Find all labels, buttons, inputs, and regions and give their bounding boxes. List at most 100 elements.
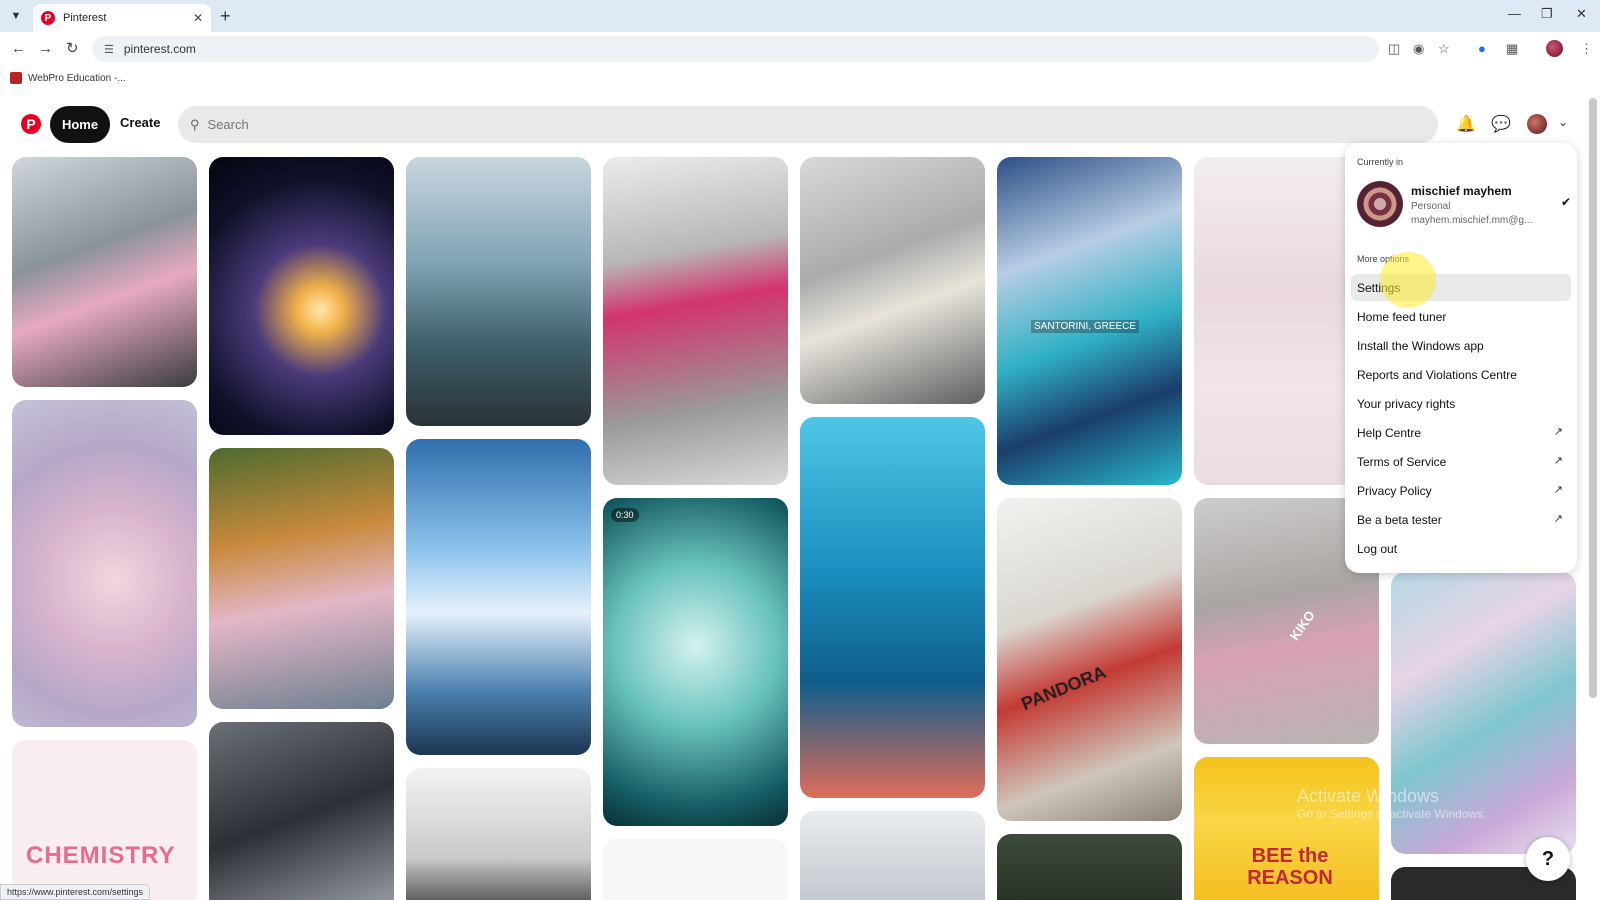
profile-avatar[interactable]: [1527, 114, 1547, 134]
browser-tabstrip: ▼ P Pinterest ✕ + — ❐ ✕: [0, 0, 1600, 32]
status-bar-url: https://www.pinterest.com/settings: [0, 884, 151, 900]
pin-sketch[interactable]: [603, 839, 788, 900]
pin-kiko-label: KIKO: [1286, 607, 1318, 644]
pin-pink-camera[interactable]: [12, 157, 197, 387]
pin-pandora-label: PANDORA: [1018, 661, 1109, 715]
pin-santorini[interactable]: SANTORINI, GREECE: [997, 157, 1182, 485]
menu-item-label: Help Centre: [1357, 425, 1422, 440]
browser-menu-icon[interactable]: ⋮: [1580, 41, 1593, 57]
menu-item-label: Terms of Service: [1357, 454, 1447, 469]
pin-monster-cans[interactable]: [800, 157, 985, 404]
menu-item-help-centre[interactable]: Help Centre ↗: [1351, 419, 1571, 446]
account-email: mayhem.mischief.mm@g...: [1411, 215, 1533, 226]
menu-item-label: Reports and Violations Centre: [1357, 367, 1517, 382]
search-bar[interactable]: ⚲: [178, 106, 1438, 143]
extension-circle-icon[interactable]: ●: [1478, 41, 1486, 56]
bookmarks-bar: WebPro Education -...: [0, 66, 1600, 90]
more-options-heading: More options: [1357, 254, 1410, 264]
menu-item-log-out[interactable]: Log out: [1351, 535, 1571, 562]
bookmark-star-icon[interactable]: ☆: [1438, 41, 1450, 57]
pin-chemistry-label: CHEMISTRY: [26, 842, 176, 869]
pin-mermaid-rock[interactable]: [406, 157, 591, 426]
pin-eclipse-galaxy[interactable]: [209, 157, 394, 435]
browser-profile-avatar[interactable]: [1546, 40, 1563, 57]
tab-close-icon[interactable]: ✕: [193, 11, 203, 25]
bookmark-webpro[interactable]: WebPro Education -...: [28, 73, 126, 84]
pin-mermaid-reef[interactable]: [800, 417, 985, 798]
external-link-icon: ↗: [1553, 513, 1563, 525]
external-link-icon: ↗: [1553, 455, 1563, 467]
pin-fairies[interactable]: [209, 448, 394, 709]
extensions-puzzle-icon[interactable]: ▦: [1506, 41, 1518, 57]
pinterest-logo-icon[interactable]: P: [21, 114, 41, 134]
account-chevron-down-icon[interactable]: ⌄: [1558, 115, 1568, 129]
current-account[interactable]: mischief mayhem Personal mayhem.mischief…: [1357, 181, 1571, 231]
external-link-icon: ↗: [1553, 484, 1563, 496]
menu-item-privacy-policy[interactable]: Privacy Policy ↗: [1351, 477, 1571, 504]
checkmark-icon: ✔: [1561, 195, 1572, 209]
account-dropdown-menu: Currently in mischief mayhem Personal ma…: [1345, 143, 1577, 573]
video-duration-badge: 0:30: [611, 508, 639, 522]
menu-item-privacy-rights[interactable]: Your privacy rights: [1351, 390, 1571, 417]
bookmark-favicon-icon: [10, 72, 22, 84]
pin-bee-the-reason[interactable]: BEE the REASON: [1194, 757, 1379, 900]
pin-bee-label: BEE the REASON: [1247, 845, 1333, 889]
menu-item-reports-violations[interactable]: Reports and Violations Centre: [1351, 361, 1571, 388]
menu-item-label: Settings: [1357, 280, 1401, 295]
forward-arrow-icon[interactable]: →: [38, 40, 53, 58]
pin-water-woman-video[interactable]: 0:30: [603, 498, 788, 826]
address-bar[interactable]: ☰ pinterest.com: [92, 36, 1379, 62]
pin-vlog-camera[interactable]: [603, 157, 788, 485]
site-info-icon[interactable]: ☰: [104, 43, 114, 56]
account-name: mischief mayhem: [1411, 184, 1512, 198]
pin-sky-window[interactable]: [406, 439, 591, 755]
help-button[interactable]: ?: [1526, 837, 1570, 881]
create-button[interactable]: Create: [120, 115, 160, 130]
menu-item-label: Log out: [1357, 541, 1398, 556]
menu-item-beta-tester[interactable]: Be a beta tester ↗: [1351, 506, 1571, 533]
pin-pearl-shell[interactable]: [12, 400, 197, 727]
tracking-eye-icon[interactable]: ◉: [1413, 41, 1424, 57]
back-arrow-icon[interactable]: ←: [11, 40, 26, 58]
pin-pandora-bag[interactable]: PANDORA: [997, 498, 1182, 821]
notifications-bell-icon[interactable]: 🔔: [1456, 114, 1476, 134]
tab-search-chevron-icon[interactable]: ▼: [6, 6, 26, 26]
menu-item-label: Install the Windows app: [1357, 338, 1484, 353]
pin-elevator-selfie[interactable]: [800, 811, 985, 900]
account-avatar: [1357, 181, 1403, 227]
watermark-subtitle: Go to Settings to activate Windows.: [1297, 807, 1487, 821]
reload-icon[interactable]: ↻: [66, 40, 79, 58]
pin-canon-camera[interactable]: [406, 768, 591, 900]
restore-icon[interactable]: ❐: [1541, 6, 1553, 22]
menu-item-install-windows-app[interactable]: Install the Windows app: [1351, 332, 1571, 359]
install-app-icon[interactable]: ◫: [1388, 41, 1400, 57]
minimize-icon[interactable]: —: [1508, 6, 1521, 21]
browser-tab-pinterest[interactable]: P Pinterest ✕: [33, 4, 211, 32]
search-input[interactable]: [207, 117, 1331, 132]
external-link-icon: ↗: [1553, 426, 1563, 438]
pin-chemistry[interactable]: CHEMISTRY: [12, 740, 197, 900]
account-type: Personal: [1411, 201, 1451, 212]
tab-title: Pinterest: [63, 12, 107, 24]
home-button[interactable]: Home: [50, 106, 110, 143]
new-tab-plus-icon[interactable]: +: [220, 6, 231, 26]
activate-windows-watermark: Activate Windows Go to Settings to activ…: [1297, 786, 1486, 821]
menu-item-label: Privacy Policy: [1357, 483, 1432, 498]
browser-toolbar: ← → ↻ ☰ pinterest.com ◫ ◉ ☆ ● ▦ ⋮: [0, 32, 1600, 66]
pin-camera-setup[interactable]: [209, 722, 394, 900]
menu-item-settings[interactable]: Settings: [1351, 274, 1571, 301]
menu-item-label: Home feed tuner: [1357, 309, 1447, 324]
messages-icon[interactable]: 💬: [1491, 114, 1511, 134]
watermark-title: Activate Windows: [1297, 786, 1440, 806]
menu-item-home-feed-tuner[interactable]: Home feed tuner: [1351, 303, 1571, 330]
menu-item-label: Be a beta tester: [1357, 512, 1442, 527]
currently-in-heading: Currently in: [1357, 157, 1404, 167]
menu-item-terms-of-service[interactable]: Terms of Service ↗: [1351, 448, 1571, 475]
address-url: pinterest.com: [123, 42, 196, 56]
search-icon: ⚲: [190, 116, 200, 132]
window-close-icon[interactable]: ✕: [1576, 6, 1587, 22]
pin-santorini-label: SANTORINI, GREECE: [1031, 320, 1140, 333]
page-scrollbar[interactable]: [1589, 98, 1597, 698]
pin-dark-scene[interactable]: [997, 834, 1182, 900]
menu-item-label: Your privacy rights: [1357, 396, 1456, 411]
